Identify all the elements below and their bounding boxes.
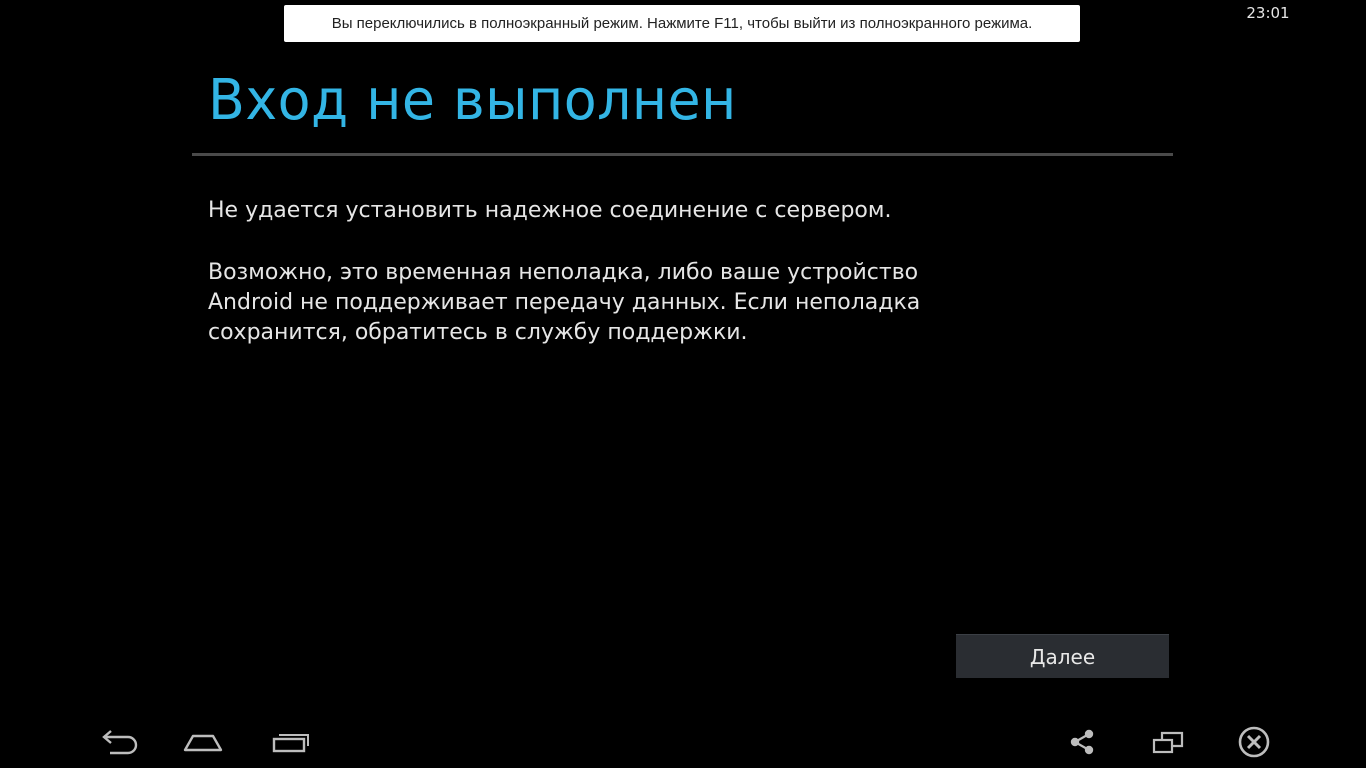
next-button[interactable]: Далее [956, 634, 1169, 678]
status-clock: 23:01 [1246, 4, 1290, 22]
home-icon[interactable] [181, 722, 225, 762]
recent-apps-icon[interactable] [268, 722, 312, 762]
back-icon[interactable] [96, 722, 140, 762]
title-divider [192, 153, 1173, 156]
error-message-primary: Не удается установить надежное соединени… [208, 198, 892, 223]
error-message-details: Возможно, это временная неполадка, либо … [208, 260, 921, 345]
fullscreen-notification-text: Вы переключились в полноэкранный режим. … [331, 15, 1033, 32]
window-icon[interactable] [1148, 722, 1188, 762]
dialog-title: Вход не выполнен [208, 68, 737, 133]
share-icon[interactable] [1062, 722, 1102, 762]
close-icon[interactable] [1234, 722, 1274, 762]
fullscreen-notification: Вы переключились в полноэкранный режим. … [284, 5, 1080, 42]
next-button-label: Далее [1029, 644, 1096, 669]
